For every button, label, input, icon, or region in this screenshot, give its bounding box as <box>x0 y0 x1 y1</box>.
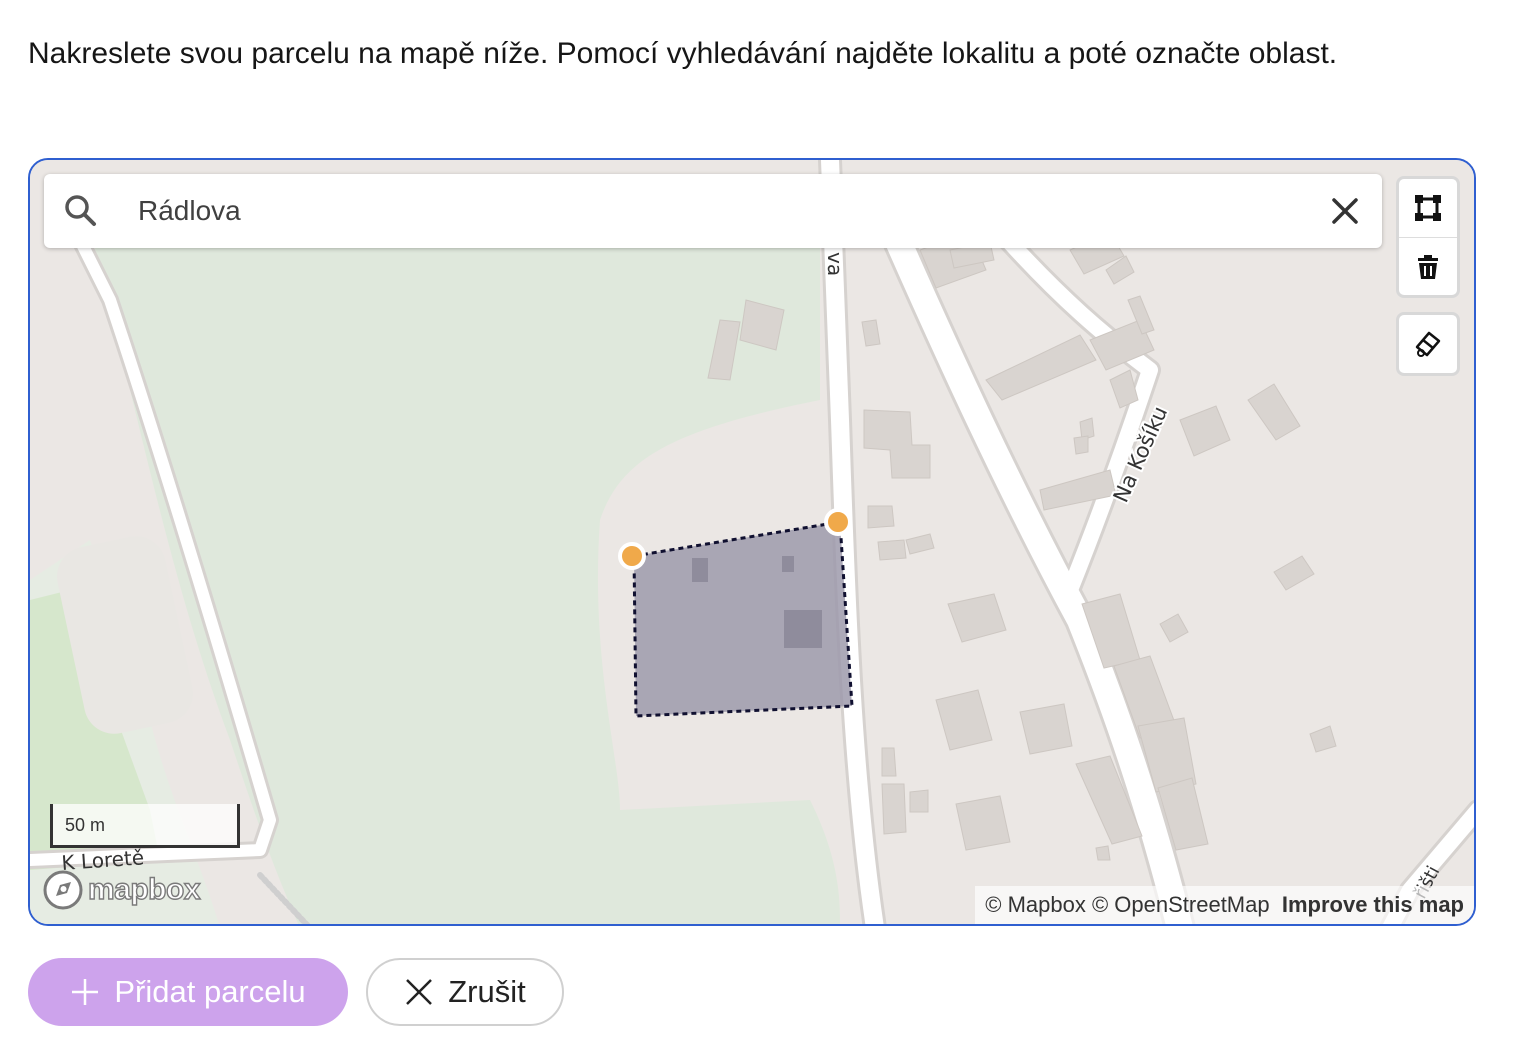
map-attribution: © Mapbox © OpenStreetMap Improve this ma… <box>975 886 1474 924</box>
basemap[interactable]: va Na Košíku K Loretě řišti <box>30 160 1476 926</box>
eraser-icon <box>1415 331 1441 357</box>
mapbox-logo-text: mapbox <box>87 872 201 906</box>
mapbox-logo[interactable]: mapbox <box>42 868 201 912</box>
search-icon <box>65 195 96 226</box>
eraser-button[interactable] <box>1399 315 1457 373</box>
instructions-text: Nakreslete svou parcelu na mapě níže. Po… <box>28 37 1338 70</box>
mapbox-logo-icon <box>43 870 83 910</box>
trash-icon <box>1418 254 1438 279</box>
search-input[interactable]: Rádlova <box>138 174 241 248</box>
attribution-mapbox-link[interactable]: © Mapbox <box>985 892 1086 917</box>
delete-shape-button[interactable] <box>1399 237 1457 295</box>
draw-controls <box>1396 176 1460 298</box>
cancel-button[interactable]: Zrušit <box>366 958 564 1026</box>
cancel-label: Zrušit <box>448 974 526 1009</box>
close-icon <box>406 979 433 1005</box>
add-parcel-button[interactable]: Přidat parcelu <box>28 958 348 1026</box>
map-container[interactable]: va Na Košíku K Loretě řišti Rádlova 50 m… <box>28 158 1476 926</box>
extra-controls <box>1396 312 1460 376</box>
draw-polygon-button[interactable] <box>1399 179 1457 237</box>
parcel-vertex[interactable] <box>618 542 646 570</box>
location-search-bar[interactable]: Rádlova <box>44 174 1382 248</box>
parcel-vertex[interactable] <box>824 508 852 536</box>
attribution-osm-link[interactable]: © OpenStreetMap <box>1092 892 1270 917</box>
plus-icon <box>72 979 99 1005</box>
add-parcel-label: Přidat parcelu <box>114 974 306 1009</box>
close-icon[interactable] <box>1326 192 1364 230</box>
improve-map-link[interactable]: Improve this map <box>1282 892 1464 917</box>
street-label-radlova: va <box>823 252 847 276</box>
polygon-draw-icon <box>1415 195 1441 221</box>
map-scale: 50 m <box>50 804 240 848</box>
